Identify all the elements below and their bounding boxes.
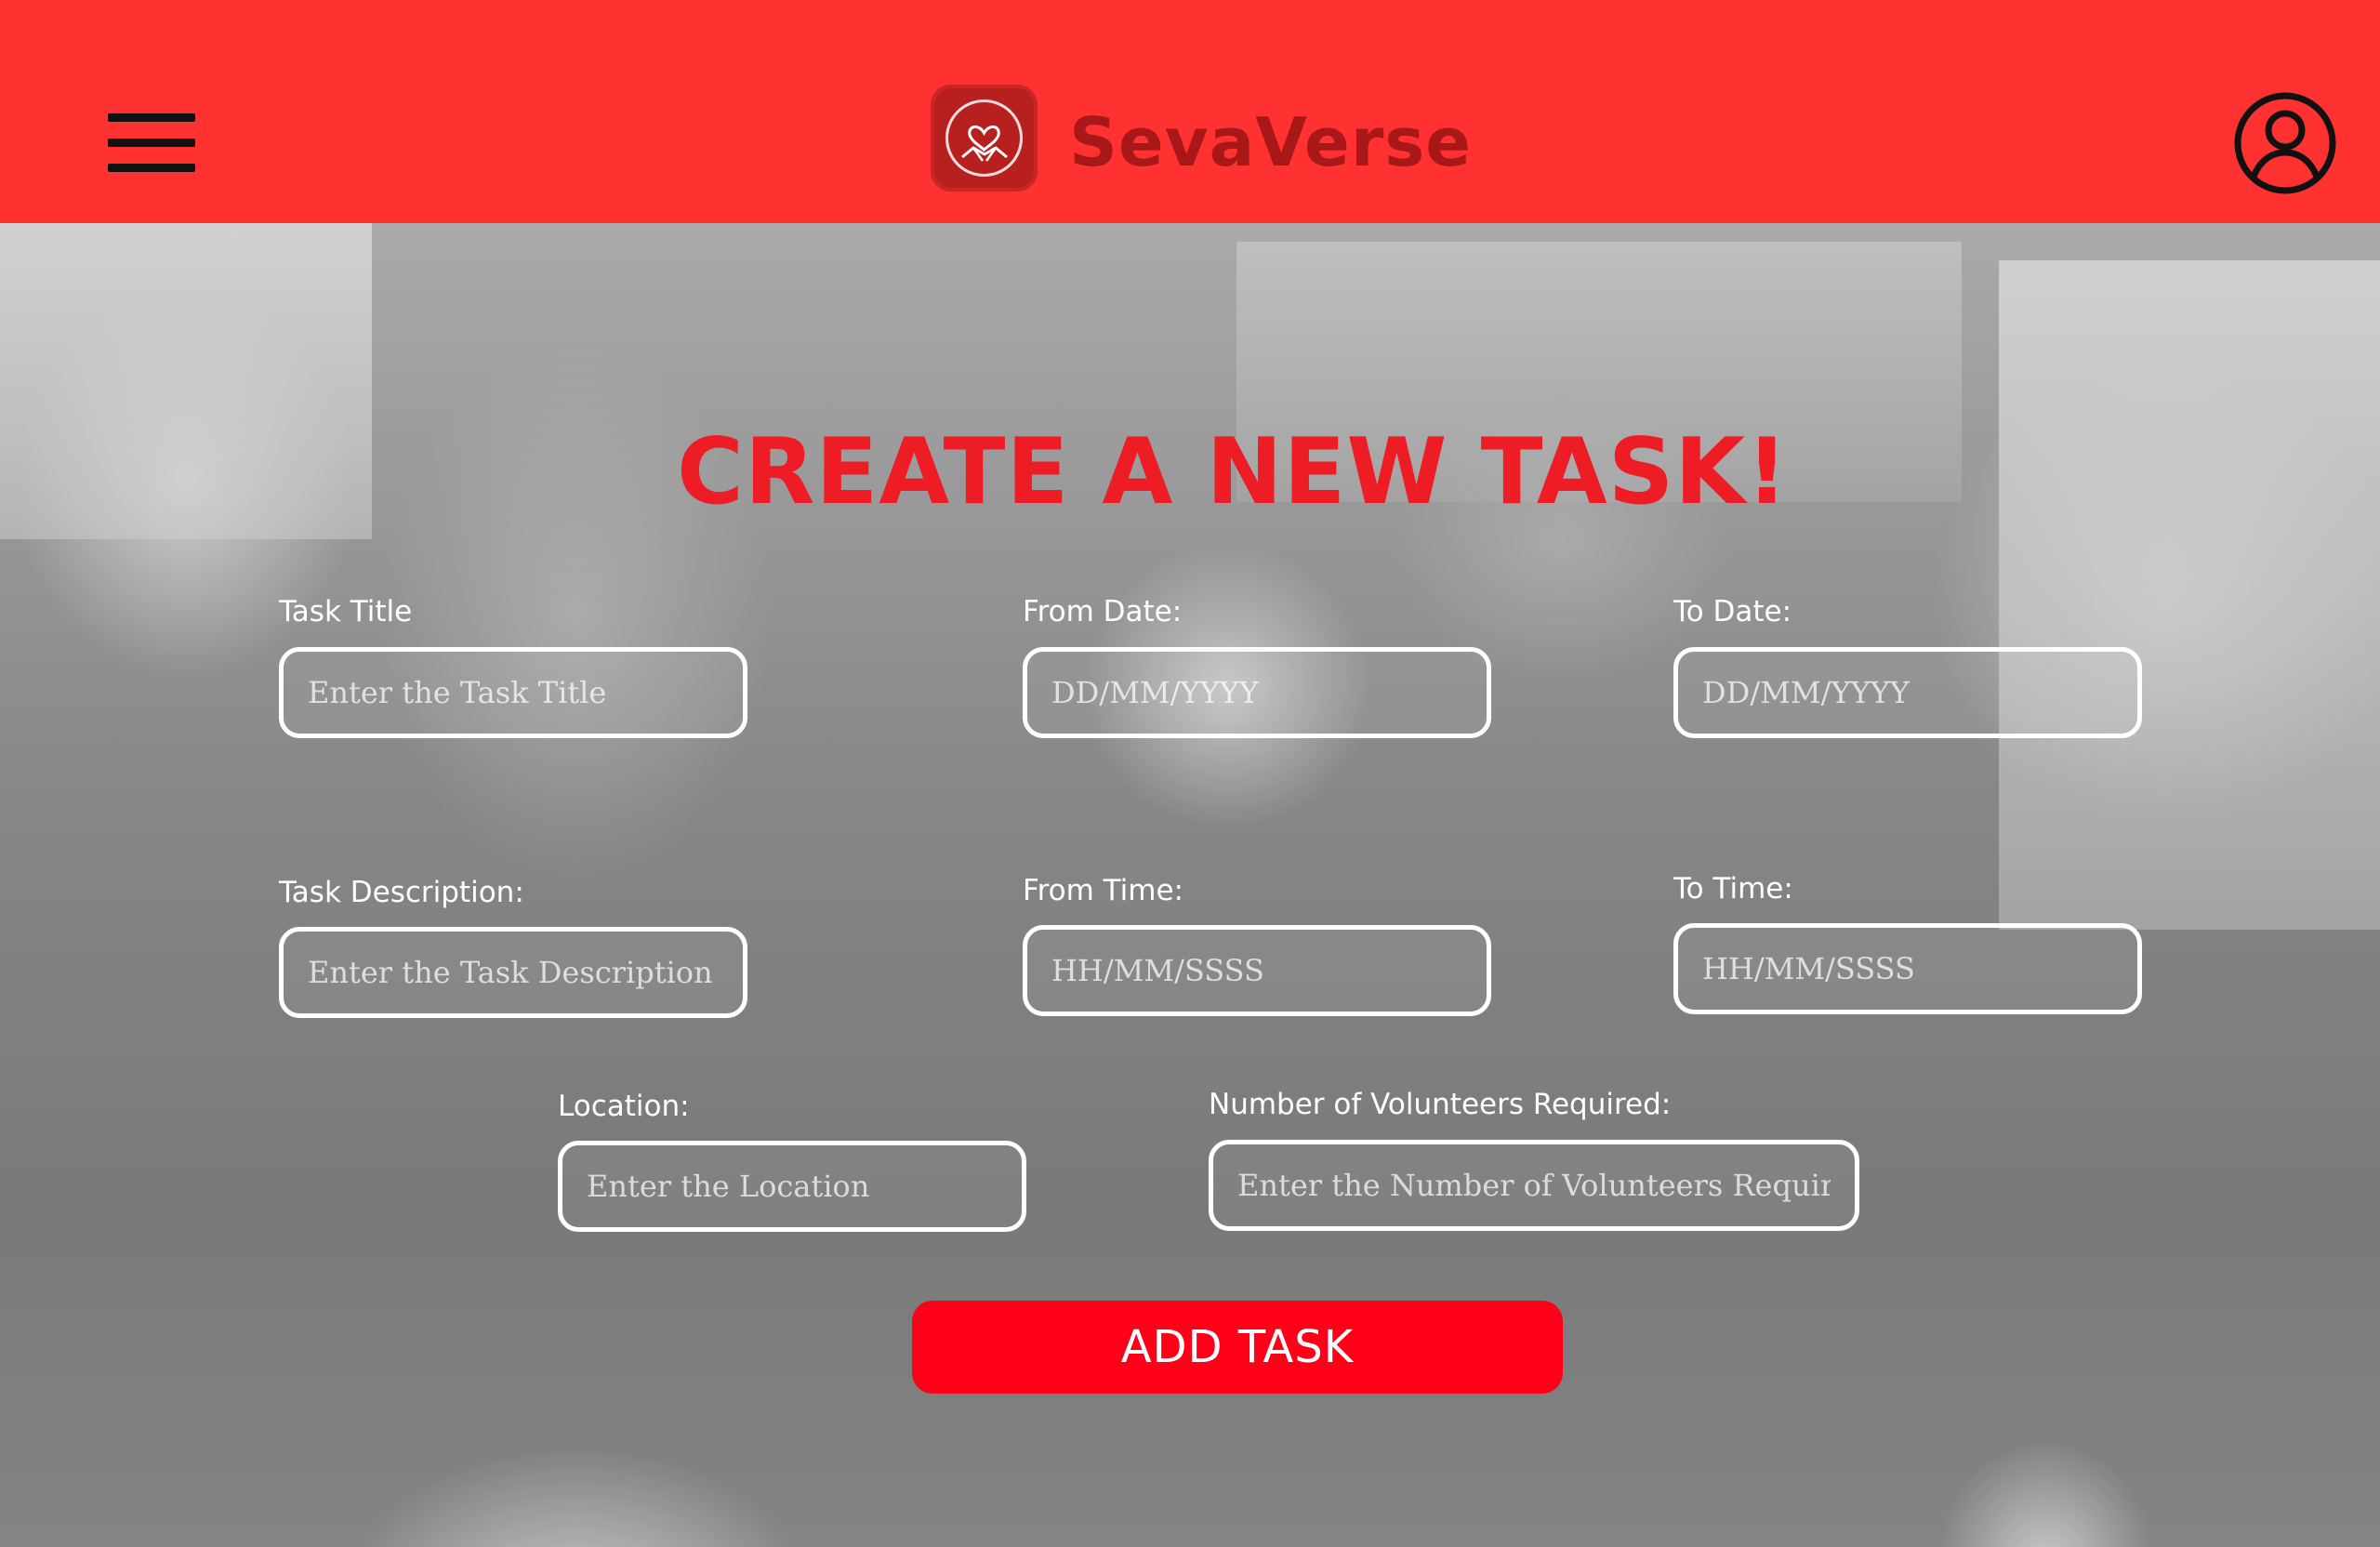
menu-bar: [108, 164, 195, 172]
to-time-input[interactable]: [1673, 923, 2142, 1014]
add-task-button[interactable]: ADD TASK: [912, 1301, 1563, 1394]
hamburger-menu-icon[interactable]: [108, 113, 195, 173]
from-date-input[interactable]: [1023, 647, 1491, 738]
volunteers-input[interactable]: [1209, 1140, 1859, 1231]
location-input[interactable]: [558, 1141, 1026, 1232]
to-date-label: To Date:: [1673, 595, 1792, 628]
task-title-input[interactable]: [279, 647, 747, 738]
heart-handshake-logo-icon: [931, 85, 1038, 192]
from-time-label: From Time:: [1023, 874, 1183, 907]
task-title-label: Task Title: [279, 595, 413, 628]
task-description-input[interactable]: [279, 927, 747, 1018]
menu-bar: [108, 139, 195, 147]
task-description-label: Task Description:: [279, 876, 524, 909]
from-time-input[interactable]: [1023, 925, 1491, 1016]
app-header: SevaVerse: [0, 0, 2380, 223]
to-date-input[interactable]: [1673, 647, 2142, 738]
menu-bar: [108, 113, 195, 122]
user-circle-icon[interactable]: [2233, 91, 2337, 195]
page-title: CREATE A NEW TASK!: [677, 419, 1789, 525]
volunteers-label: Number of Volunteers Required:: [1209, 1088, 1672, 1121]
location-label: Location:: [558, 1090, 690, 1123]
brand-name: SevaVerse: [1069, 103, 1473, 181]
from-date-label: From Date:: [1023, 595, 1183, 628]
to-time-label: To Time:: [1673, 872, 1793, 906]
